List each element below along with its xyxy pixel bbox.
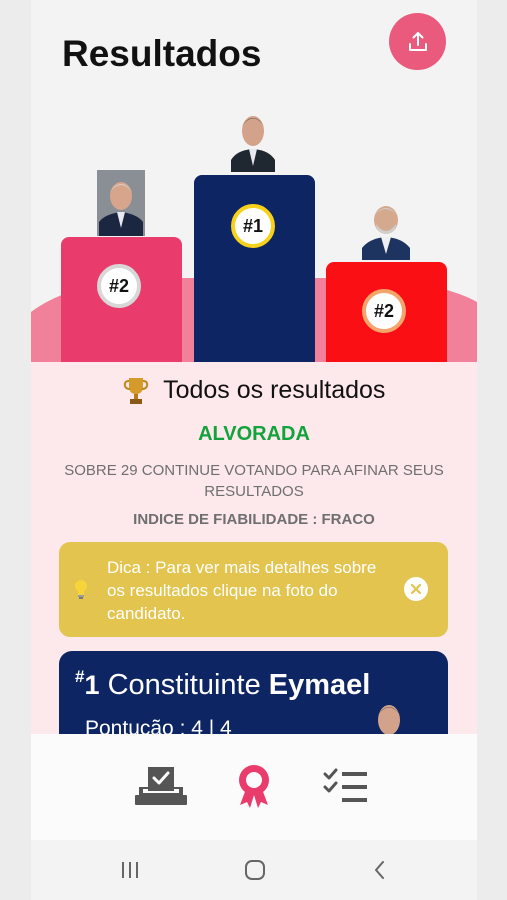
votes-info: SOBRE 29 CONTINUE VOTANDO PARA AFINAR SE… (64, 462, 444, 500)
nav-checklist-button[interactable] (318, 764, 374, 808)
results-heading: Todos os resultados (31, 376, 477, 406)
winner-name: ALVORADA (198, 423, 310, 445)
bottom-navigation (31, 734, 477, 840)
tip-close-button[interactable] (404, 577, 428, 601)
podium-block-first (194, 175, 315, 362)
back-button[interactable] (365, 857, 395, 883)
page-title: Resultados (62, 33, 262, 74)
rank-hash: # (75, 667, 85, 686)
candidate-prefix: Constituinte (107, 669, 261, 701)
nav-vote-button[interactable] (133, 764, 189, 808)
trophy-icon (123, 378, 148, 405)
candidate-photo-first[interactable] (229, 106, 277, 172)
recent-apps-icon (122, 862, 138, 878)
nav-results-button[interactable] (226, 764, 282, 808)
rank-badge-second: #2 (97, 264, 141, 308)
results-heading-label: Todos os resultados (163, 376, 386, 404)
close-icon (410, 583, 422, 595)
lightbulb-icon (75, 580, 87, 599)
share-upload-icon (408, 31, 427, 51)
recent-apps-button[interactable] (115, 857, 145, 883)
award-ribbon-icon (239, 765, 269, 808)
home-icon (245, 860, 265, 880)
candidate-surname: Eymael (268, 669, 371, 701)
reliability-index: INDICE DE FIABILIDADE : FRACO (133, 511, 375, 528)
vote-box-icon (135, 767, 187, 805)
result-card-title: #1 Constituinte Eymael (75, 667, 371, 702)
result-card-rank: #1 (75, 667, 100, 700)
candidate-photo-third[interactable] (362, 194, 410, 260)
tip-text: Dica : Para ver mais detalhes sobre os r… (107, 558, 377, 623)
back-icon (375, 861, 384, 879)
share-button[interactable] (389, 13, 446, 70)
rank-badge-third: #2 (362, 289, 406, 333)
rank-number: 1 (84, 670, 100, 700)
tip-banner: Dica : Para ver mais detalhes sobre os r… (59, 542, 448, 637)
checklist-icon (323, 768, 367, 802)
rank-badge-first: #1 (231, 204, 275, 248)
app-screen: Resultados #2 #1 #2 Todos os resultados … (31, 0, 477, 900)
results-panel: Todos os resultados ALVORADA SOBRE 29 CO… (31, 362, 477, 761)
podium: #2 #1 #2 (31, 90, 477, 362)
home-button[interactable] (240, 857, 270, 883)
system-navigation-bar (31, 840, 477, 900)
candidate-photo-second[interactable] (97, 170, 145, 236)
